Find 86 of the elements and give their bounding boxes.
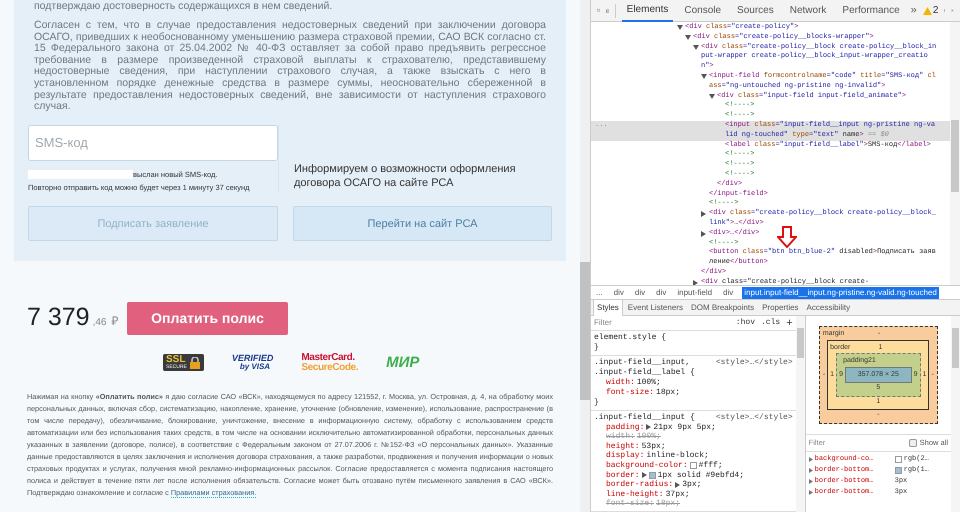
- devtools-tab[interactable]: Console: [679, 0, 726, 22]
- sms-code-field[interactable]: SMS-код: [28, 124, 278, 161]
- devtools-tab[interactable]: Sources: [732, 0, 779, 22]
- css-property: border-radius:: [606, 480, 674, 490]
- css-selector: element.style {: [594, 333, 668, 343]
- breadcrumb-item[interactable]: ...: [594, 286, 605, 298]
- breadcrumb-item[interactable]: div: [654, 286, 668, 298]
- price-amount: 7 379: [27, 302, 90, 334]
- show-all-checkbox[interactable]: [908, 438, 917, 446]
- css-property: border:: [606, 470, 640, 480]
- closing-brace: }: [594, 398, 599, 407]
- css-property: width:: [606, 432, 635, 442]
- page-scrollbar[interactable]: [580, 0, 590, 512]
- styles-subtab[interactable]: Accessibility: [804, 300, 854, 316]
- css-selector: .input-field__input, .input-field__label {: [594, 358, 696, 378]
- computed-scrollbar[interactable]: [951, 316, 960, 512]
- agreement-paragraph: Согласен с тем, что в случае предоставления недостоверных сведений при заключении договора ОСАГО, приведших к необоснованному уменьшению размера страховой премии, САО ВСК согласно ст. 15 Федерального закона от 25.04.2002 № 40-ФЗ оставляет за собой право предъявить регрессное требование в размере произведенной страховой выплаты к страхователю, представившему недостоверные сведения, при наступлении страхового случая, а также взыскать с него в установленном порядке денежные средства в размере суммы, неосновательно сбереженной в результате предоставления недостоверных сведений, вне зависимости от наступления страхового случая.: [33, 20, 547, 113]
- expand-triangle-icon[interactable]: [808, 490, 813, 494]
- hover-state-toggle[interactable]: :hov: [736, 318, 755, 328]
- css-property: display:: [606, 451, 644, 461]
- expand-triangle-icon[interactable]: [808, 478, 813, 484]
- styles-subtab[interactable]: Styles: [593, 300, 623, 316]
- css-property: line-height:: [606, 490, 664, 499]
- css-value: 100%;: [636, 432, 661, 442]
- warning-icon: [922, 6, 932, 14]
- dom-scrollbar[interactable]: [950, 22, 960, 285]
- expand-triangle-icon[interactable]: [675, 482, 680, 488]
- styles-subtab[interactable]: Properties: [759, 300, 802, 316]
- styles-filter-field[interactable]: Filter: [594, 318, 730, 328]
- css-property: height:: [606, 442, 640, 451]
- breadcrumb-item[interactable]: input-field: [675, 286, 714, 298]
- expanded-triangle-icon[interactable]: [685, 34, 691, 41]
- more-tabs-button[interactable]: »: [910, 2, 917, 19]
- new-rule-button[interactable]: +: [786, 318, 793, 328]
- color-swatch[interactable]: [690, 462, 697, 470]
- css-value: 53px;: [642, 442, 666, 451]
- css-property: font-size:: [606, 388, 654, 398]
- style-source-link[interactable]: <style>…</style>: [716, 358, 793, 378]
- breadcrumb-item[interactable]: div: [612, 286, 626, 298]
- style-source-link[interactable]: <style>…</style>: [716, 412, 793, 423]
- breadcrumb-item[interactable]: input.input-field__input.ng-pristine.ng-valid.ng-touched: [742, 286, 939, 298]
- css-value: 3px;: [682, 480, 702, 490]
- expanded-triangle-icon[interactable]: [709, 94, 715, 100]
- styles-subtab[interactable]: DOM Breakpoints: [688, 300, 758, 316]
- css-value: 1px solid #9ebfd4;: [658, 470, 744, 480]
- css-value: 100%;: [636, 378, 661, 388]
- expanded-triangle-icon[interactable]: [693, 44, 699, 51]
- css-property: background-color:: [606, 461, 688, 471]
- verified-by-visa-logo: VERIFIED by VISA: [232, 354, 274, 372]
- css-property: padding:: [606, 422, 644, 432]
- price-cents: ,46: [92, 316, 106, 330]
- css-value: inline-block;: [646, 451, 709, 461]
- rsa-site-button[interactable]: Перейти на сайт РСА: [293, 206, 552, 242]
- expanded-triangle-icon[interactable]: [701, 74, 707, 80]
- css-value: 21px 9px 5px;: [653, 422, 716, 432]
- expanded-triangle-icon[interactable]: [677, 25, 683, 31]
- css-property: width:: [606, 378, 635, 388]
- breadcrumb-item[interactable]: div: [721, 286, 736, 298]
- expand-triangle-icon[interactable]: [808, 456, 813, 462]
- devtools-tab[interactable]: Network: [784, 0, 832, 22]
- styles-subtab[interactable]: Event Listeners: [624, 300, 686, 316]
- expand-triangle-icon[interactable]: [646, 424, 652, 430]
- collapsed-triangle-icon[interactable]: [693, 280, 699, 285]
- warning-count: 2: [932, 4, 938, 18]
- currency-sign: ₽: [111, 313, 118, 330]
- css-value: #fff;: [698, 461, 723, 471]
- collapsed-triangle-icon[interactable]: [701, 211, 707, 218]
- closing-brace: }: [594, 343, 599, 352]
- collapsed-triangle-icon[interactable]: [701, 230, 707, 237]
- breadcrumb-item[interactable]: div: [632, 286, 648, 298]
- devtools-tab[interactable]: Elements: [622, 0, 674, 22]
- confirmation-text: подтверждаю достоверность содержащихся в нем сведений.: [33, 0, 334, 12]
- mir-logo: МИР: [386, 355, 420, 370]
- color-swatch[interactable]: [648, 472, 656, 479]
- expand-triangle-icon[interactable]: [808, 468, 813, 472]
- expand-triangle-icon[interactable]: [642, 472, 647, 478]
- devtools-tab[interactable]: Performance: [837, 0, 905, 22]
- css-value: 18px;: [656, 499, 680, 509]
- rsa-info-text: Информируем о возможности оформления договора ОСАГО на сайте РСА: [294, 162, 517, 190]
- mastercard-securecode-logo: MasterCard. SecureCode.: [301, 352, 358, 373]
- class-toggle[interactable]: .cls: [761, 318, 780, 328]
- css-property: font-size:: [606, 499, 654, 509]
- styles-scrollbar[interactable]: [796, 316, 805, 512]
- css-selector: .input-field__input {: [594, 412, 696, 423]
- css-value: 18px;: [656, 388, 680, 398]
- css-value: 37px;: [666, 490, 690, 500]
